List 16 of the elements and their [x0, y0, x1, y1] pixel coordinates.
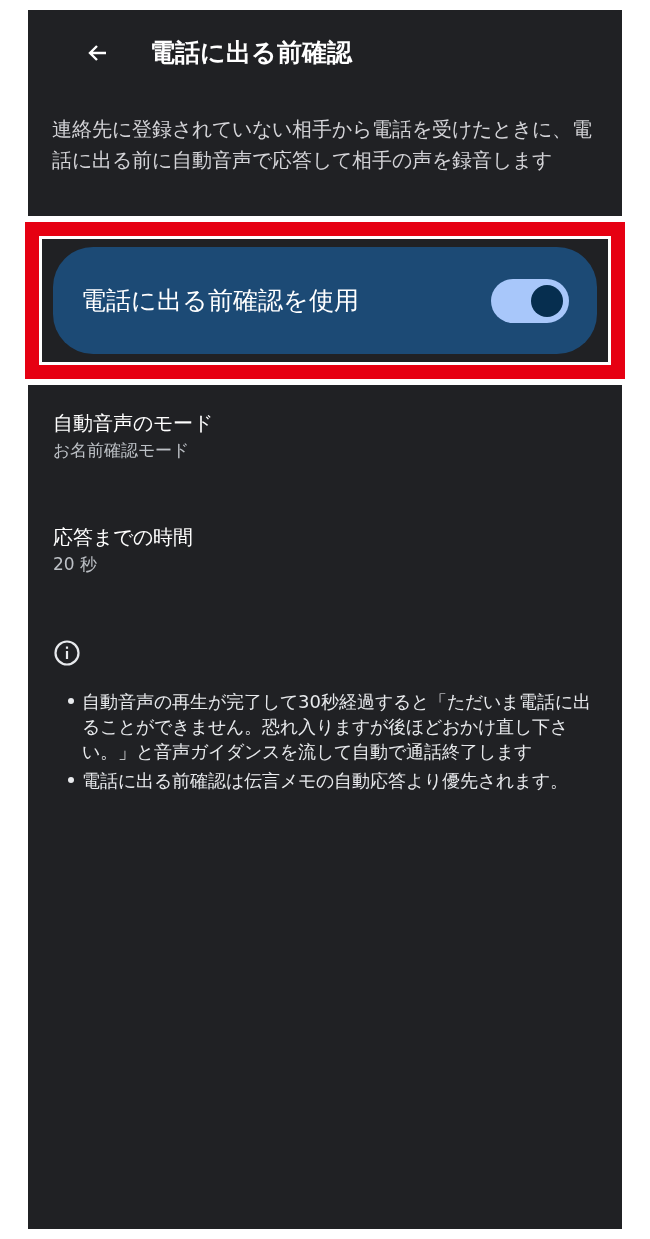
setting-item[interactable]: 自動音声のモード お名前確認モード	[53, 399, 597, 473]
setting-value: 20 秒	[53, 553, 99, 576]
toggle-label: 電話に出る前確認を使用	[81, 284, 359, 317]
description-text: 連絡先に登録されていない相手から電話を受けたときに、電話に出る前に自動音声で応答して相手の声を録音します	[52, 116, 593, 174]
note-text: 自動音声の再生が完了して30秒経過すると「ただいま電話に出ることができません。恐れ入りますが後ほどおかけ直し下さい。」と音声ガイダンスを流して自動で通話終了します	[82, 690, 591, 764]
setting-item[interactable]: 応答までの時間 20 秒	[53, 513, 597, 587]
setting-value: お名前確認モード	[53, 439, 190, 462]
setting-title: 応答までの時間	[53, 524, 194, 551]
bullet-icon	[68, 698, 74, 704]
page-title: 電話に出る前確認	[150, 37, 352, 70]
toggle-switch[interactable]	[491, 278, 569, 323]
toggle-row[interactable]: 電話に出る前確認を使用	[53, 247, 597, 354]
bullet-icon	[68, 777, 74, 783]
note-text: 電話に出る前確認は伝言メモの自動応答より優先されます。	[82, 769, 568, 793]
info-icon	[53, 639, 81, 667]
setting-title: 自動音声のモード	[53, 410, 214, 437]
